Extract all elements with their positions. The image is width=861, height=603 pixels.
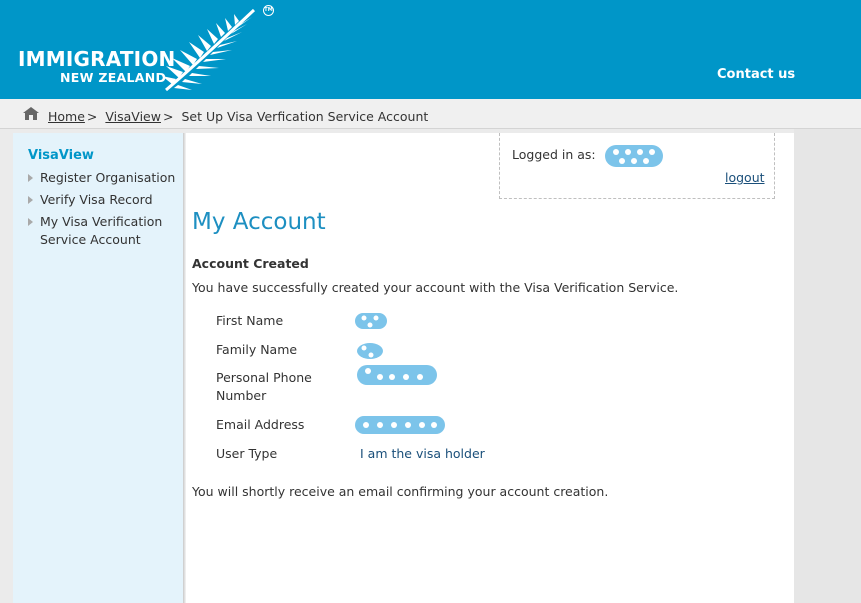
breadcrumb-visaview-link[interactable]: VisaView xyxy=(105,109,161,124)
field-label-first-name: First Name xyxy=(216,313,284,328)
triangle-right-icon xyxy=(28,196,33,204)
trademark-badge: TM xyxy=(263,5,274,16)
breadcrumb-home-link[interactable]: Home xyxy=(48,109,85,124)
section-title: Account Created xyxy=(192,256,309,271)
breadcrumb-separator: > xyxy=(86,109,98,124)
breadcrumb-separator: > xyxy=(162,109,174,124)
redacted-email-address xyxy=(355,416,445,434)
confirmation-note: You will shortly receive an email confir… xyxy=(192,484,609,499)
contact-us-link[interactable]: Contact us xyxy=(717,67,795,82)
field-label-email-address: Email Address xyxy=(216,417,305,432)
breadcrumb: Home > VisaView > Set Up Visa Verfication … xyxy=(0,99,861,129)
sidebar-item-label: Register Organisation xyxy=(40,170,176,185)
sidebar: VisaView Register Organisation Verify Vi… xyxy=(13,133,183,603)
login-status-box: Logged in as: logout xyxy=(499,133,775,199)
sidebar-item-register-organisation[interactable]: Register Organisation xyxy=(26,169,186,187)
breadcrumb-trail: Home > VisaView > Set Up Visa Verfication … xyxy=(48,109,428,124)
home-icon[interactable] xyxy=(23,107,39,120)
site-header: IMMIGRATION NEW ZEALAND TM Contact us xyxy=(0,0,861,99)
sidebar-item-label: Verify Visa Record xyxy=(40,192,153,207)
redacted-first-name xyxy=(355,313,387,329)
logout-link[interactable]: logout xyxy=(725,170,765,185)
page-margin xyxy=(794,129,861,603)
immigration-nz-logo[interactable]: IMMIGRATION NEW ZEALAND xyxy=(18,48,175,85)
redacted-username xyxy=(605,145,663,167)
triangle-right-icon xyxy=(28,218,33,226)
field-value-user-type: I am the visa holder xyxy=(360,446,485,461)
silver-fern-icon xyxy=(162,8,256,92)
triangle-right-icon xyxy=(28,174,33,182)
sidebar-item-my-account[interactable]: My Visa Verification Service Account xyxy=(26,213,186,249)
main-content: Logged in as: logout My Account Account … xyxy=(186,133,794,603)
redacted-family-name xyxy=(357,343,383,359)
sidebar-heading-visaview[interactable]: VisaView xyxy=(28,148,94,163)
logged-in-label: Logged in as: xyxy=(512,147,596,162)
page-title: My Account xyxy=(192,209,326,235)
field-label-personal-phone: Personal Phone Number xyxy=(216,370,312,403)
logo-line-new-zealand: NEW ZEALAND xyxy=(60,70,167,85)
sidebar-item-label: My Visa Verification Service Account xyxy=(40,214,163,247)
redacted-phone-number xyxy=(357,365,437,385)
sidebar-nav: Register Organisation Verify Visa Record… xyxy=(26,169,186,253)
intro-text: You have successfully created your accou… xyxy=(192,280,679,295)
sidebar-item-verify-visa-record[interactable]: Verify Visa Record xyxy=(26,191,186,209)
field-label-user-type: User Type xyxy=(216,446,278,461)
logo-line-immigration: IMMIGRATION xyxy=(18,47,176,71)
breadcrumb-current-page: Set Up Visa Verfication Service Account xyxy=(181,109,429,124)
field-label-family-name: Family Name xyxy=(216,342,298,357)
